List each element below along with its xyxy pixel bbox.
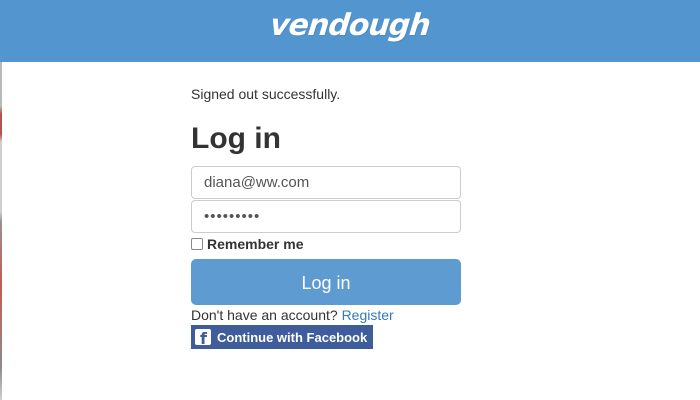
top-header: vendough bbox=[0, 0, 700, 62]
register-link[interactable]: Register bbox=[342, 307, 394, 323]
facebook-login-button[interactable]: f Continue with Facebook bbox=[191, 325, 374, 349]
email-field[interactable] bbox=[191, 166, 461, 199]
login-button[interactable]: Log in bbox=[191, 259, 461, 305]
remember-me-option[interactable]: Remember me bbox=[191, 236, 304, 252]
signup-prompt: Don't have an account? bbox=[191, 307, 338, 323]
remember-me-label: Remember me bbox=[207, 236, 304, 252]
page-title: Log in bbox=[191, 122, 281, 155]
left-edge-border bbox=[0, 62, 2, 400]
vendough-logo[interactable]: vendough bbox=[0, 8, 700, 43]
password-field[interactable] bbox=[191, 200, 461, 233]
facebook-button-label: Continue with Facebook bbox=[217, 329, 368, 345]
remember-me-checkbox[interactable] bbox=[191, 238, 203, 250]
signup-prompt-line: Don't have an account? Register bbox=[191, 307, 394, 323]
login-page: vendough Signed out successfully. Log in… bbox=[0, 0, 700, 400]
flash-message: Signed out successfully. bbox=[191, 86, 341, 102]
facebook-icon: f bbox=[195, 329, 211, 345]
